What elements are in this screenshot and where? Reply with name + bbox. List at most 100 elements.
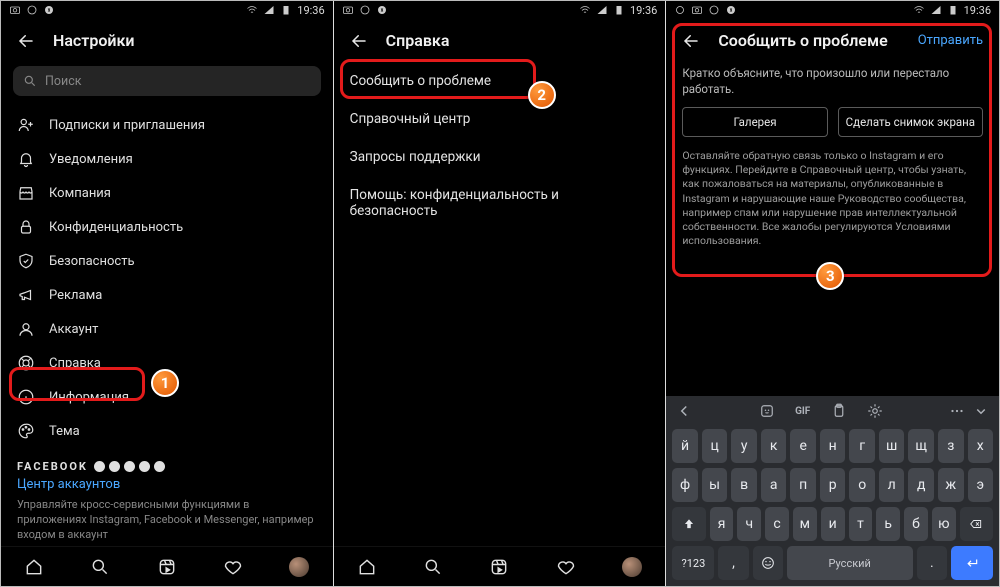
send-button[interactable]: Отправить <box>918 33 983 48</box>
key[interactable]: ж <box>938 468 964 502</box>
screen-report-problem: 19:36 Сообщить о проблеме Отправить Крат… <box>666 1 999 586</box>
battery-icon <box>947 4 959 16</box>
item-account[interactable]: Аккаунт <box>1 312 333 346</box>
key[interactable]: я <box>710 507 734 541</box>
key[interactable]: л <box>879 468 905 502</box>
step-badge-3: 3 <box>816 262 844 290</box>
key[interactable]: т <box>849 507 873 541</box>
key[interactable]: р <box>820 468 846 502</box>
nav-profile[interactable] <box>621 556 643 578</box>
key[interactable]: к <box>761 429 787 463</box>
notification-icon <box>674 4 686 16</box>
gif-icon[interactable]: GIF <box>794 402 812 420</box>
nav-home[interactable] <box>356 556 378 578</box>
key[interactable]: п <box>790 468 816 502</box>
more-icon[interactable] <box>948 402 966 420</box>
lock-icon <box>17 218 35 236</box>
key[interactable]: в <box>731 468 757 502</box>
key[interactable]: с <box>765 507 789 541</box>
back-icon[interactable] <box>17 32 35 50</box>
key[interactable]: г <box>849 429 875 463</box>
item-notifications[interactable]: Уведомления <box>1 142 333 176</box>
gear-icon[interactable] <box>866 402 884 420</box>
nav-likes[interactable] <box>555 556 577 578</box>
search-input[interactable]: Поиск <box>13 66 321 96</box>
sticker-icon[interactable] <box>758 402 776 420</box>
status-time: 19:36 <box>297 4 324 17</box>
nav-search[interactable] <box>422 556 444 578</box>
collapse-icon[interactable] <box>972 402 990 420</box>
item-privacy-security-help[interactable]: Помощь: конфиденциальность и безопасност… <box>334 176 666 230</box>
nav-home[interactable] <box>23 556 45 578</box>
chevron-left-icon[interactable] <box>675 402 693 420</box>
key[interactable]: ч <box>737 507 761 541</box>
key[interactable]: о <box>849 468 875 502</box>
key[interactable]: з <box>938 429 964 463</box>
avatar-icon <box>622 557 642 577</box>
nav-likes[interactable] <box>222 556 244 578</box>
item-security[interactable]: Безопасность <box>1 244 333 278</box>
item-report-problem[interactable]: Сообщить о проблеме <box>334 62 666 100</box>
item-help-center[interactable]: Справочный центр <box>334 100 666 138</box>
enter-key[interactable] <box>951 546 993 580</box>
item-business[interactable]: Компания <box>1 176 333 210</box>
key[interactable]: н <box>820 429 846 463</box>
key[interactable]: м <box>793 507 817 541</box>
kb-row-1: й ц у к е н г ш щ з х <box>669 429 996 463</box>
wifi-icon <box>246 4 258 16</box>
palette-icon <box>17 422 35 440</box>
back-icon[interactable] <box>682 32 700 50</box>
screenshot-button[interactable]: Сделать снимок экрана <box>838 107 983 137</box>
item-support-requests[interactable]: Запросы поддержки <box>334 138 666 176</box>
key[interactable]: щ <box>908 429 934 463</box>
signal-icon <box>596 4 608 16</box>
wifi-icon <box>579 4 591 16</box>
screen-help: 19:36 Справка Сообщить о проблеме Справо… <box>334 1 667 586</box>
shazam-icon <box>725 4 737 16</box>
key[interactable]: и <box>821 507 845 541</box>
wifi-icon <box>913 4 925 16</box>
key[interactable]: э <box>968 468 994 502</box>
app-header: Настройки <box>1 19 333 60</box>
camera-icon <box>9 4 21 16</box>
bottom-nav <box>1 546 333 586</box>
key[interactable]: ы <box>702 468 728 502</box>
key[interactable]: й <box>672 429 698 463</box>
back-icon[interactable] <box>350 32 368 50</box>
item-label: Аккаунт <box>49 322 98 337</box>
nav-reels[interactable] <box>156 556 178 578</box>
key[interactable]: б <box>904 507 928 541</box>
comma-key[interactable]: , <box>718 546 748 580</box>
numbers-key[interactable]: ?123 <box>672 546 714 580</box>
item-privacy[interactable]: Конфиденциальность <box>1 210 333 244</box>
nav-search[interactable] <box>89 556 111 578</box>
key[interactable]: ь <box>876 507 900 541</box>
item-ads[interactable]: Реклама <box>1 278 333 312</box>
key[interactable]: у <box>731 429 757 463</box>
accounts-center-link[interactable]: Центр аккаунтов <box>17 473 317 498</box>
key[interactable]: ц <box>702 429 728 463</box>
shift-key[interactable] <box>672 507 705 541</box>
backspace-key[interactable] <box>960 507 993 541</box>
emoji-key[interactable] <box>753 546 783 580</box>
nav-profile[interactable] <box>288 556 310 578</box>
facebook-app-icons <box>94 461 165 472</box>
item-theme[interactable]: Тема <box>1 414 333 448</box>
status-bar: 19:36 <box>334 1 666 19</box>
period-key[interactable]: . <box>917 546 947 580</box>
clipboard-icon[interactable] <box>830 402 848 420</box>
status-bar: 19:36 <box>1 1 333 19</box>
key[interactable]: а <box>761 468 787 502</box>
key[interactable]: ш <box>879 429 905 463</box>
key[interactable]: ю <box>932 507 956 541</box>
gallery-button[interactable]: Галерея <box>682 107 827 137</box>
key[interactable]: х <box>968 429 994 463</box>
report-prompt[interactable]: Кратко объясните, что произошло или пере… <box>682 66 983 107</box>
key[interactable]: д <box>908 468 934 502</box>
key[interactable]: ф <box>672 468 698 502</box>
nav-reels[interactable] <box>488 556 510 578</box>
item-follow-invite[interactable]: Подписки и приглашения <box>1 108 333 142</box>
key[interactable]: е <box>790 429 816 463</box>
facebook-desc: Управляйте кросс-сервисными функциями в … <box>17 498 317 543</box>
space-key[interactable]: Русский <box>787 546 913 580</box>
